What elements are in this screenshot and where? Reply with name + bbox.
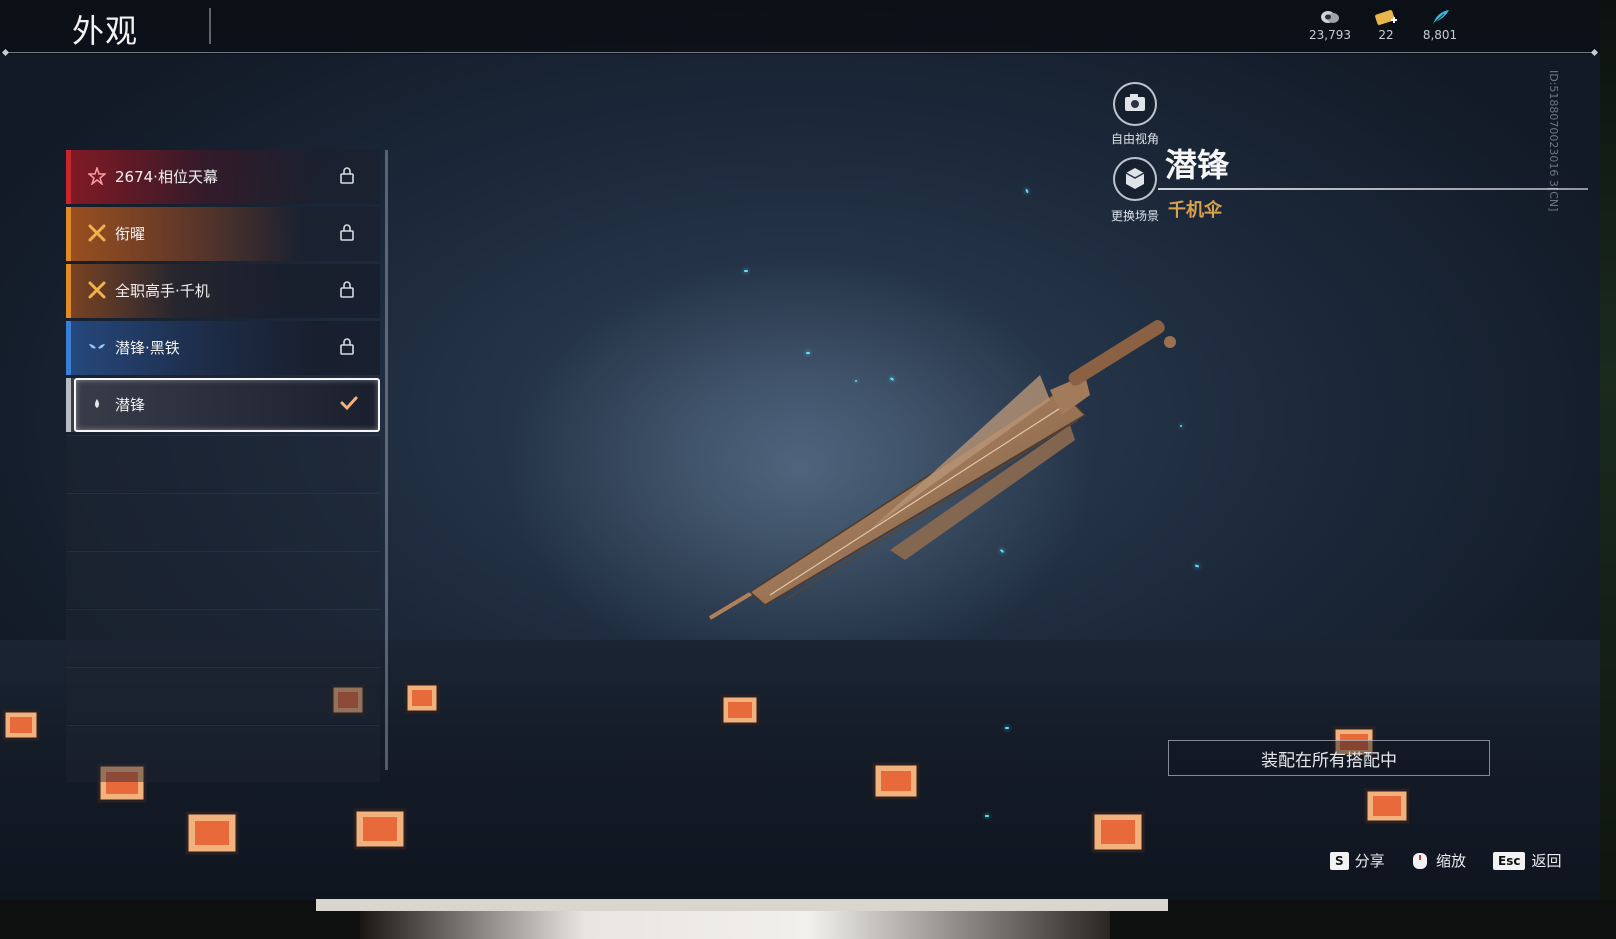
skin-list[interactable]: 2674·相位天幕 衔曜 全职高手·千机 潜锋·黑铁 潜锋 [66, 150, 381, 790]
coin-stack-icon [1321, 11, 1339, 23]
lock-icon [340, 167, 354, 184]
hint-label: 分享 [1354, 852, 1385, 870]
currency-feathers: 8,801 [1410, 8, 1470, 42]
skin-label: 衔曜 [115, 225, 146, 243]
desktop-background [1600, 0, 1616, 939]
rarity-bar [66, 264, 71, 318]
currency-tickets: 22 [1356, 8, 1416, 42]
skin-list-scrollbar[interactable] [385, 150, 388, 770]
gold-flower-icon [88, 281, 106, 299]
skin-label: 潜锋 [115, 396, 146, 414]
skin-item-selected[interactable]: 潜锋 [66, 378, 380, 432]
star-icon [88, 167, 106, 185]
item-name-divider [1158, 188, 1588, 190]
vertical-id-text: ID:5188070023016 3[CN] [1547, 70, 1560, 212]
lantern [872, 762, 920, 800]
lantern [1091, 811, 1145, 853]
spark [1005, 727, 1009, 729]
mouse-icon [1413, 852, 1427, 869]
spark [744, 270, 748, 272]
skin-item[interactable]: 潜锋·黑铁 [66, 321, 380, 375]
rarity-bar [66, 321, 71, 375]
item-type: 千机伞 [1168, 200, 1222, 221]
title-divider [209, 8, 211, 44]
lantern [353, 808, 407, 850]
empty-slot [66, 435, 380, 492]
empty-slot [66, 551, 380, 608]
empty-slot [66, 493, 380, 550]
equip-all-button[interactable]: 装配在所有搭配中 [1168, 740, 1490, 776]
key-esc: Esc [1493, 851, 1526, 870]
gold-flower-icon [88, 224, 106, 242]
hint-label: 缩放 [1436, 852, 1467, 870]
game-window: 外观 23,793 22 8,801 ID:5188070023016 3[CN… [0, 0, 1600, 900]
page-title: 外观 [72, 12, 139, 50]
rarity-bar [66, 207, 71, 261]
currency-coins: 23,793 [1300, 8, 1360, 42]
free-view-button[interactable] [1113, 82, 1157, 126]
ticket-icon [1375, 10, 1397, 26]
skin-item[interactable]: 全职高手·千机 [66, 264, 380, 318]
top-divider-line [6, 52, 1594, 53]
check-icon [340, 396, 358, 411]
umbrella-weapon-model [708, 320, 1176, 620]
back-hint[interactable]: Esc 返回 [1493, 850, 1561, 871]
hint-label: 返回 [1531, 852, 1562, 870]
change-scene-label: 更换场景 [1110, 209, 1159, 223]
share-hint[interactable]: S 分享 [1330, 850, 1385, 871]
lantern [2, 709, 40, 741]
item-name: 潜锋 [1165, 146, 1230, 184]
empty-slot [66, 667, 380, 724]
camera-icon [1125, 94, 1145, 111]
empty-slot [66, 725, 380, 782]
drop-icon [95, 399, 99, 408]
rarity-bar [66, 378, 71, 432]
currency-amount: 22 [1378, 28, 1394, 42]
skin-label: 潜锋·黑铁 [115, 339, 180, 357]
lantern [1364, 788, 1410, 824]
key-s: S [1330, 851, 1349, 870]
cube-icon [1125, 168, 1145, 189]
empty-slot [66, 609, 380, 666]
skin-label: 2674·相位天幕 [115, 168, 218, 186]
skin-item[interactable]: 2674·相位天幕 [66, 150, 380, 204]
zoom-hint[interactable]: 缩放 [1410, 850, 1466, 871]
currency-amount: 23,793 [1309, 28, 1351, 42]
spark [985, 815, 989, 817]
top-bar: 外观 23,793 22 8,801 [0, 0, 1600, 54]
lock-icon [340, 338, 354, 355]
skin-item[interactable]: 衔曜 [66, 207, 380, 261]
lock-icon [340, 281, 354, 298]
lock-icon [340, 224, 354, 241]
feather-icon [1432, 10, 1449, 25]
spark [1025, 188, 1029, 194]
lantern [185, 811, 239, 855]
change-scene-button[interactable] [1113, 157, 1157, 201]
rarity-bar [66, 150, 71, 204]
lantern [404, 682, 440, 714]
lantern [720, 694, 760, 726]
blue-wings-icon [89, 344, 105, 349]
desktop-window-edge [316, 899, 1168, 911]
currency-amount: 8,801 [1422, 28, 1458, 42]
skin-label: 全职高手·千机 [115, 282, 210, 300]
